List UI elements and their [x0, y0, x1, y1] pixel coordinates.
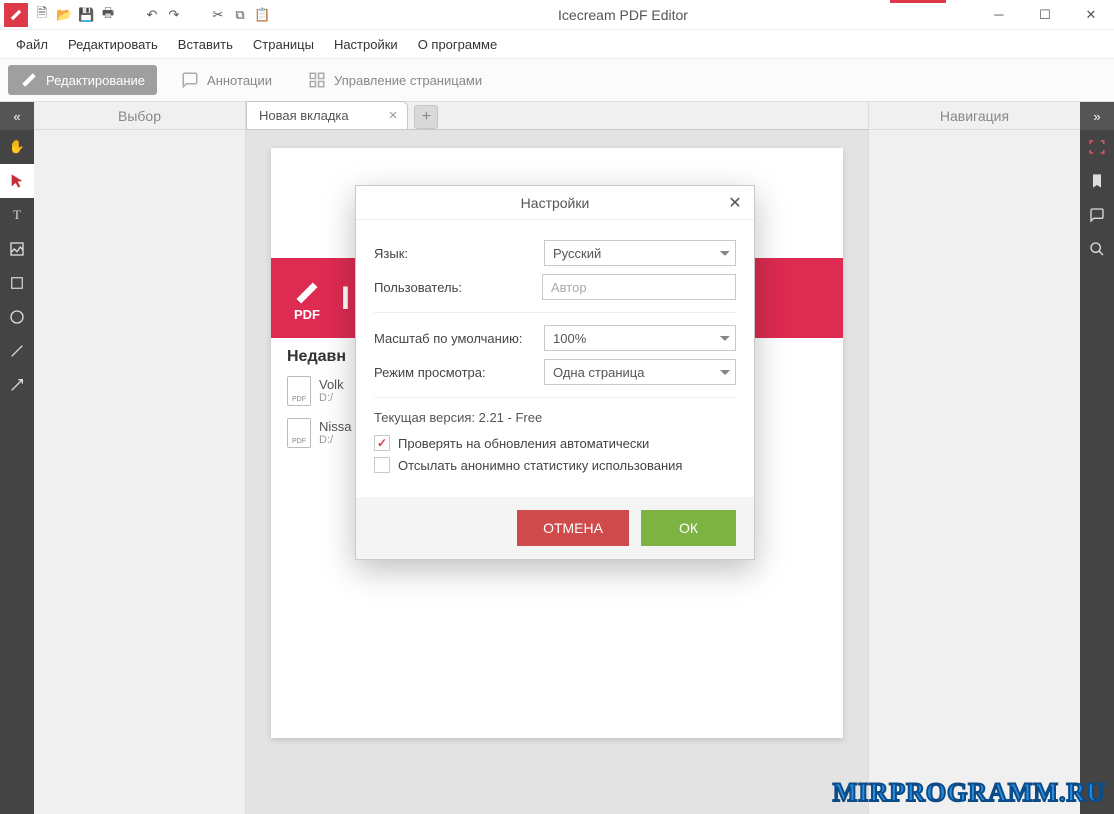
- banner-letter: I: [341, 280, 350, 317]
- version-text: Текущая версия: 2.21 - Free: [374, 410, 736, 425]
- app-logo: [4, 3, 28, 27]
- add-tab-button[interactable]: +: [414, 105, 438, 129]
- lang-select[interactable]: Русский: [544, 240, 736, 266]
- dialog-title: Настройки: [521, 195, 590, 211]
- copy-icon[interactable]: ⧉: [232, 7, 248, 23]
- menu-about[interactable]: О программе: [410, 33, 506, 56]
- tab-close-icon[interactable]: ×: [389, 107, 398, 124]
- quick-access: 🗎 📂 💾 🖶 ↶ ↷ ✂ ⧉ 📋: [34, 4, 270, 26]
- recent-item[interactable]: PDF VolkD:/: [287, 376, 344, 406]
- tab-bar: Новая вкладка × +: [246, 102, 868, 130]
- window-title: Icecream PDF Editor: [270, 7, 976, 23]
- rect-tool-icon[interactable]: [0, 266, 34, 300]
- redo-icon[interactable]: ↷: [166, 7, 182, 23]
- pointer-tool-icon[interactable]: [0, 164, 34, 198]
- collapse-left-icon[interactable]: «: [0, 102, 34, 130]
- save-icon[interactable]: 💾: [78, 7, 94, 23]
- cancel-button[interactable]: ОТМЕНА: [517, 510, 629, 546]
- open-icon[interactable]: 📂: [56, 7, 72, 23]
- minimize-button[interactable]: ─: [976, 0, 1022, 30]
- panel-navigation-title: Навигация: [869, 102, 1080, 130]
- user-label: Пользователь:: [374, 280, 542, 295]
- dialog-close-icon[interactable]: ✕: [724, 192, 746, 214]
- text-tool-icon[interactable]: T: [0, 198, 34, 232]
- bookmark-icon[interactable]: [1080, 164, 1114, 198]
- mode-pages[interactable]: Управление страницами: [296, 65, 494, 95]
- mode-annotate-label: Аннотации: [207, 73, 272, 88]
- menu-bar: Файл Редактировать Вставить Страницы Нас…: [0, 30, 1114, 58]
- tab-new-label: Новая вкладка: [259, 108, 349, 123]
- mode-edit[interactable]: Редактирование: [8, 65, 157, 95]
- panel-selection: Выбор: [34, 102, 246, 814]
- comment-icon[interactable]: [1080, 198, 1114, 232]
- hand-tool-icon[interactable]: ✋: [0, 130, 34, 164]
- panel-navigation: Навигация: [868, 102, 1080, 814]
- arrow-tool-icon[interactable]: [0, 368, 34, 402]
- zoom-label: Масштаб по умолчанию:: [374, 331, 544, 346]
- top-accent: [890, 0, 946, 3]
- pdf-file-icon: PDF: [287, 418, 311, 448]
- tab-new[interactable]: Новая вкладка ×: [246, 101, 408, 129]
- dialog-header: Настройки ✕: [356, 186, 754, 220]
- maximize-button[interactable]: ☐: [1022, 0, 1068, 30]
- check-stats[interactable]: Отсылать анонимно статистику использован…: [374, 457, 736, 473]
- view-label: Режим просмотра:: [374, 365, 544, 380]
- paste-icon[interactable]: 📋: [254, 7, 270, 23]
- mode-annotate[interactable]: Аннотации: [169, 65, 284, 95]
- mode-edit-label: Редактирование: [46, 73, 145, 88]
- fit-width-icon[interactable]: [1080, 130, 1114, 164]
- zoom-select[interactable]: 100%: [544, 325, 736, 351]
- menu-insert[interactable]: Вставить: [170, 33, 241, 56]
- title-bar: 🗎 📂 💾 🖶 ↶ ↷ ✂ ⧉ 📋 Icecream PDF Editor ─ …: [0, 0, 1114, 30]
- pdf-file-icon: PDF: [287, 376, 311, 406]
- mode-pages-label: Управление страницами: [334, 73, 482, 88]
- settings-dialog: Настройки ✕ Язык: Русский Пользователь: …: [355, 185, 755, 560]
- menu-pages[interactable]: Страницы: [245, 33, 322, 56]
- user-input[interactable]: [542, 274, 736, 300]
- tool-strip-right: »: [1080, 102, 1114, 814]
- image-tool-icon[interactable]: [0, 232, 34, 266]
- recent-item[interactable]: PDF NissaD:/: [287, 418, 352, 448]
- collapse-right-icon[interactable]: »: [1080, 102, 1114, 130]
- mode-bar: Редактирование Аннотации Управление стра…: [0, 58, 1114, 102]
- line-tool-icon[interactable]: [0, 334, 34, 368]
- ok-button[interactable]: ОК: [641, 510, 736, 546]
- search-icon[interactable]: [1080, 232, 1114, 266]
- panel-selection-title: Выбор: [34, 102, 245, 130]
- circle-tool-icon[interactable]: [0, 300, 34, 334]
- cut-icon[interactable]: ✂: [210, 7, 226, 23]
- lang-label: Язык:: [374, 246, 544, 261]
- view-select[interactable]: Одна страница: [544, 359, 736, 385]
- print-icon[interactable]: 🖶: [100, 4, 116, 26]
- undo-icon[interactable]: ↶: [144, 7, 160, 23]
- check-updates[interactable]: Проверять на обновления автоматически: [374, 435, 736, 451]
- pdf-logo-icon: PDF: [283, 274, 331, 322]
- recent-heading: Недавн: [287, 348, 346, 366]
- new-icon[interactable]: 🗎: [34, 4, 50, 26]
- close-button[interactable]: ✕: [1068, 0, 1114, 30]
- menu-file[interactable]: Файл: [8, 33, 56, 56]
- checkbox-icon[interactable]: [374, 457, 390, 473]
- menu-edit[interactable]: Редактировать: [60, 33, 166, 56]
- menu-settings[interactable]: Настройки: [326, 33, 406, 56]
- tool-strip-left: « ✋ T: [0, 102, 34, 814]
- checkbox-icon[interactable]: [374, 435, 390, 451]
- watermark: MIRPROGRAMM.RU: [833, 778, 1106, 808]
